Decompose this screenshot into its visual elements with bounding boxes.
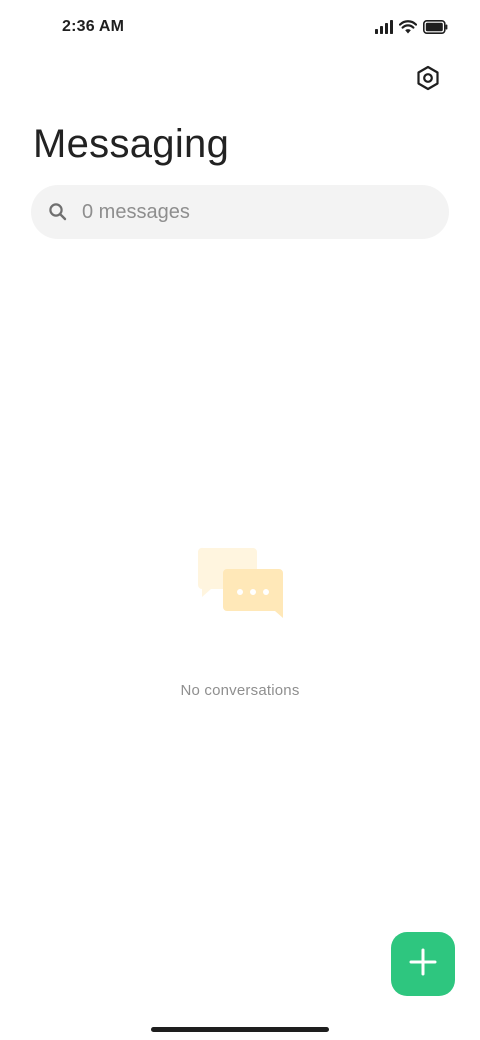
wifi-icon — [399, 20, 417, 34]
status-time: 2:36 AM — [62, 18, 125, 35]
status-bar: 2:36 AM — [0, 0, 480, 56]
empty-state-text: No conversations — [180, 682, 300, 699]
search-bar[interactable] — [31, 185, 449, 239]
settings-button[interactable] — [410, 62, 446, 98]
chat-bubbles-icon — [195, 545, 287, 627]
settings-hexagon-icon — [415, 65, 441, 96]
search-icon — [47, 201, 69, 223]
new-conversation-button[interactable] — [391, 932, 455, 996]
battery-icon — [423, 20, 448, 34]
cellular-signal-icon — [375, 20, 393, 34]
messaging-screen: 2:36 AM Messaging 0 messages No conversa… — [0, 0, 480, 1040]
status-icons — [375, 18, 448, 36]
page-title: Messaging — [33, 122, 230, 166]
plus-icon — [408, 947, 438, 982]
search-input[interactable] — [82, 200, 412, 224]
home-indicator[interactable] — [151, 1027, 329, 1032]
